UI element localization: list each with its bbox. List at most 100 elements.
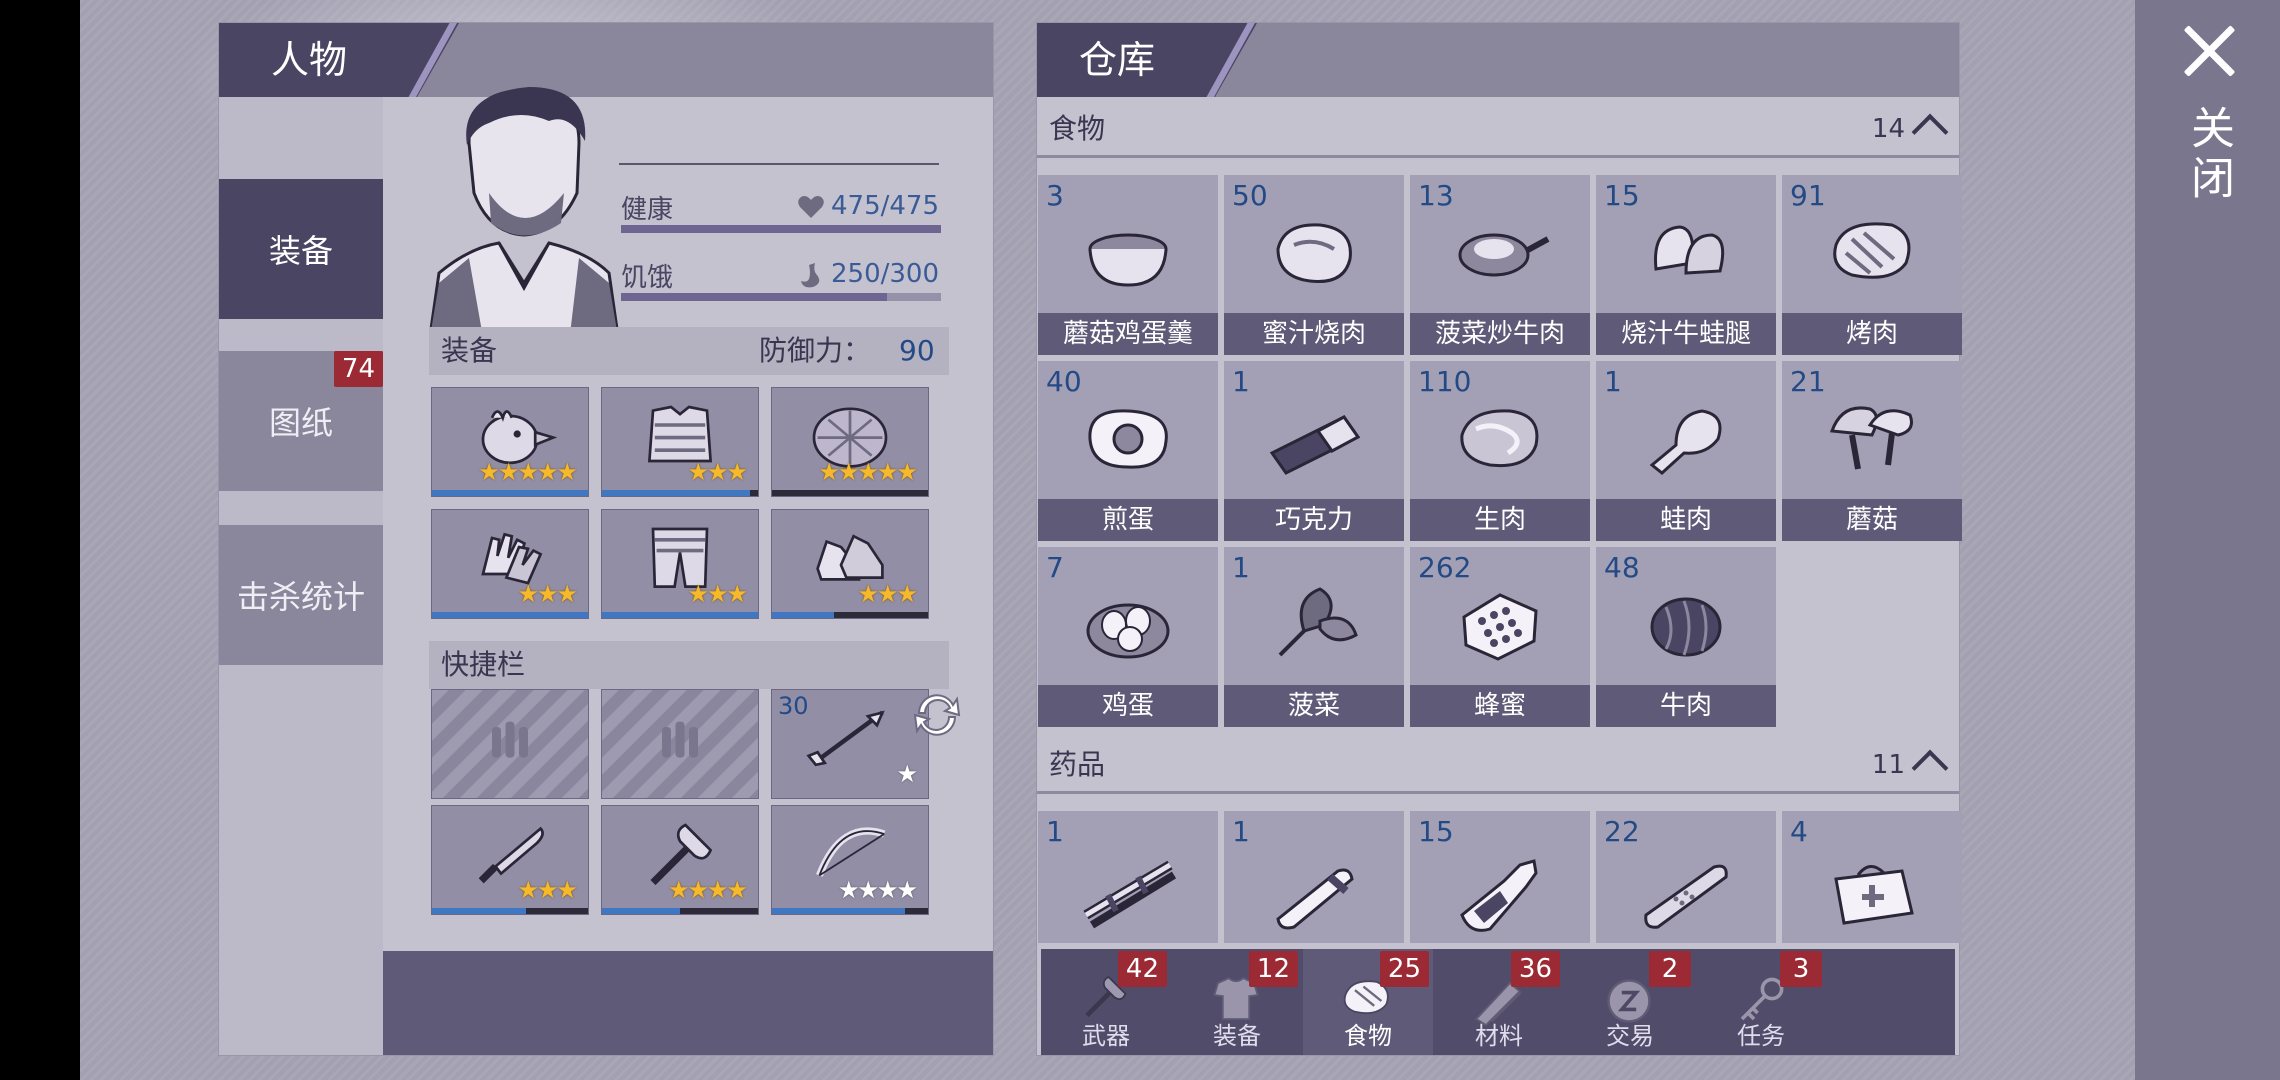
food-category-header[interactable]: 食物 14 [1037,103,1959,158]
equipment-slot[interactable]: ★★★ [771,509,929,619]
tab-equipment[interactable]: 装备 [219,179,383,319]
category-badge: 36 [1510,951,1560,987]
medicine-item[interactable]: 15 [1410,811,1590,943]
category-badge: 25 [1379,951,1429,987]
category-tab[interactable]: 2 交易 [1565,949,1695,1055]
arrow-icon [806,710,885,767]
honeycomb-icon [1462,593,1538,661]
empty-ammo-slot-icon [662,721,698,758]
equipment-slot[interactable]: ★★★★★ [431,387,589,497]
close-icon[interactable] [2180,22,2240,82]
category-tab[interactable]: 36 材料 [1434,949,1564,1055]
food-item[interactable]: 91 烤肉 [1782,175,1962,355]
category-tab[interactable]: 42 武器 [1041,949,1171,1055]
equipment-slot[interactable]: ★★★ [601,387,759,497]
character-portrait [429,87,619,343]
quickbar-slot-empty[interactable] [601,689,759,799]
quickbar-slot[interactable]: ★★★ [431,805,589,915]
category-label: 武器 [1082,1022,1130,1050]
category-badge: 42 [1117,951,1167,987]
medicine-item[interactable]: 22 [1596,811,1776,943]
frog-legs-icon [1654,225,1725,275]
item-count: 21 [1790,365,1826,398]
bottle-icon [1460,859,1538,932]
durability-bar [432,908,526,914]
equipment-slot[interactable]: ★★★ [601,509,759,619]
beef-icon [1650,597,1722,657]
spinach-icon [1278,587,1358,657]
warehouse-category-tabs: 42 武器 12 装备 25 食物 36 材料 2 交易 3 任务 [1041,949,1955,1055]
food-item[interactable]: 13 菠菜炒牛肉 [1410,175,1590,355]
roast-meat-icon [1276,223,1352,284]
item-count: 1 [1232,365,1250,398]
item-count: 1 [1046,815,1064,848]
raw-meat-icon [1460,409,1539,468]
chevron-up-icon[interactable] [1911,113,1949,151]
medicine-item[interactable]: 1 [1038,811,1218,943]
category-label: 装备 [1213,1022,1261,1050]
item-count: 15 [1418,815,1454,848]
category-badge: 3 [1780,951,1822,987]
food-item[interactable]: 1 巧克力 [1224,361,1404,541]
item-name: 菠菜 [1224,685,1404,727]
item-count: 1 [1232,551,1250,584]
food-item[interactable]: 21 蘑菇 [1782,361,1962,541]
category-badge: 12 [1248,951,1298,987]
quickbar-slot[interactable]: 30 ★ [771,689,929,799]
category-label: 任务 [1737,1022,1785,1050]
food-item[interactable]: 1 蛙肉 [1596,361,1776,541]
health-label: 健康 [621,195,674,225]
item-name: 蘑菇鸡蛋羹 [1038,313,1218,355]
category-tab[interactable]: 12 装备 [1172,949,1302,1055]
food-item[interactable]: 1 菠菜 [1224,547,1404,727]
food-item[interactable]: 262 蜂蜜 [1410,547,1590,727]
swap-icon[interactable] [909,687,965,743]
equipment-slot[interactable]: ★★★★★ [771,387,929,497]
food-item[interactable]: 15 烧汁牛蛙腿 [1596,175,1776,355]
item-count: 91 [1790,179,1826,212]
health-value: 475/475 [830,191,939,221]
category-label: 交易 [1606,1022,1654,1050]
heart-icon [798,196,824,218]
food-item[interactable]: 50 蜜汁烧肉 [1224,175,1404,355]
chevron-up-icon[interactable] [1911,749,1949,787]
quickbar-section: 快捷栏 [429,641,949,689]
medicine-count: 11 [1871,750,1905,780]
medicine-category-header[interactable]: 药品 11 [1037,739,1959,794]
bandage-icon [1644,864,1728,929]
quickbar-slot[interactable]: ★★★★ [771,805,929,915]
food-item[interactable]: 48 牛肉 [1596,547,1776,727]
character-tabs: 装备 图纸 74 击杀统计 [219,97,383,1055]
item-count: 3 [1046,179,1064,212]
tab-blueprints[interactable]: 图纸 74 [219,351,383,491]
star-rating: ★★★ [517,580,578,608]
close-label[interactable]: 关闭 [2180,105,2240,205]
star-rating: ★★★ [517,876,578,904]
item-name: 菠菜炒牛肉 [1410,313,1590,355]
test-tube-icon [1276,868,1354,930]
medicine-item[interactable]: 1 [1224,811,1404,943]
character-panel: 人物 装备 图纸 74 击杀统计 健康 475/475 饥饿 250/300 装… [218,22,994,1056]
food-item[interactable]: 7 鸡蛋 [1038,547,1218,727]
chocolate-icon [1269,415,1361,475]
mushroom-icon [1829,406,1913,470]
category-tab[interactable]: 25 食物 [1303,949,1433,1055]
health-bar [621,225,941,233]
quickbar-slot[interactable]: ★★★★ [601,805,759,915]
food-item[interactable]: 3 蘑菇鸡蛋羹 [1038,175,1218,355]
item-name: 鸡蛋 [1038,685,1218,727]
tab-kill-stats[interactable]: 击杀统计 [219,525,383,665]
item-count: 110 [1418,365,1472,398]
category-badge: 2 [1649,951,1691,987]
food-item[interactable]: 110 生肉 [1410,361,1590,541]
item-count: 1 [1604,365,1622,398]
medicine-item[interactable]: 4 [1782,811,1962,943]
item-count: 30 [778,692,809,720]
category-tab[interactable]: 3 任务 [1696,949,1826,1055]
food-item[interactable]: 40 煎蛋 [1038,361,1218,541]
item-count: 40 [1046,365,1082,398]
equipment-slot[interactable]: ★★★ [431,509,589,619]
quickbar-slot-empty[interactable] [431,689,589,799]
durability-bar [772,612,835,618]
equipment-section: 装备 防御力： 90 [429,327,949,375]
